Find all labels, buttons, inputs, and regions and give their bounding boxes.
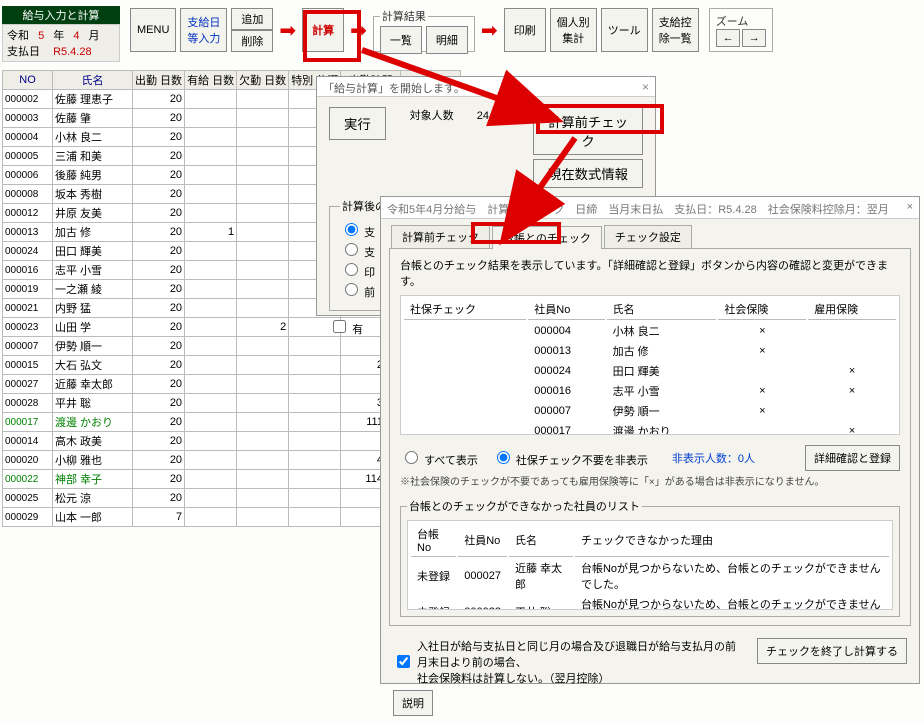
col-shchk: 社保チェック xyxy=(404,299,526,320)
col-absent[interactable]: 欠勤 日数 xyxy=(237,71,289,90)
fcol-name: 氏名 xyxy=(509,524,573,557)
dlg2-title: 令和5年4月分給与 計算前チェック 日締 当月末日払 支払日：R5.4.28 社… xyxy=(387,201,889,214)
month-suffix: 月 xyxy=(89,30,100,42)
era-month: 4 xyxy=(73,30,79,42)
zoom-panel: ズーム ← → xyxy=(709,8,773,52)
opt3[interactable]: 印 xyxy=(340,267,375,279)
era-date-panel: 令和 5 年 4 月 支払日 R5.4.28 xyxy=(2,24,120,62)
kobetsu-button[interactable]: 個人別 集計 xyxy=(550,8,597,52)
arrow-icon: ➡ xyxy=(479,18,500,43)
zoom-label: ズーム xyxy=(716,13,766,29)
zoom-right-button[interactable]: → xyxy=(742,29,766,47)
fcol-dno: 台帳No xyxy=(411,524,456,557)
opt1[interactable]: 支 xyxy=(340,227,375,239)
col-sh: 社会保険 xyxy=(718,299,806,320)
radio-hide[interactable]: 社保チェック不要を非表示 xyxy=(492,448,648,468)
footer-check[interactable]: 入社日が給与支払日と同じ月の場合及び退職日が給与支払月の前月末日より前の場合、 … xyxy=(393,638,737,686)
close-icon[interactable]: × xyxy=(642,80,649,93)
arrow-icon: ➡ xyxy=(277,18,298,43)
table-row[interactable]: 000024田口 輝美× xyxy=(404,362,896,380)
detail-register-button[interactable]: 詳細確認と登録 xyxy=(805,445,900,471)
precheck-button[interactable]: 計算前チェック xyxy=(533,107,643,155)
arrow-icon: ➡ xyxy=(348,18,369,43)
hidden-count: 非表示人数：0人 xyxy=(672,450,755,466)
opt4[interactable]: 前 xyxy=(340,287,375,299)
tool-button[interactable]: ツール xyxy=(601,8,648,52)
results-group: 計算結果 一覧 明細 xyxy=(373,8,475,52)
formula-button[interactable]: 現在数式情報 xyxy=(533,159,643,188)
precheck-dialog: 令和5年4月分給与 計算前チェック 日締 当月末日払 支払日：R5.4.28 社… xyxy=(380,196,920,684)
fcol-no: 社員No xyxy=(458,524,507,557)
shikyubi-button[interactable]: 支給日 等入力 xyxy=(180,8,227,52)
fail-group: 台帳とのチェックができなかった社員のリスト 台帳No 社員No 氏名 チェックで… xyxy=(400,498,900,617)
fail-table[interactable]: 台帳No 社員No 氏名 チェックできなかった理由 未登録000027近藤 幸太… xyxy=(408,521,892,610)
opt2[interactable]: 支 xyxy=(340,247,375,259)
dlg1-title: 「給与計算」を開始します。 xyxy=(323,80,465,93)
table-row[interactable]: 000004小林 良二× xyxy=(404,322,896,340)
print-button[interactable]: 印刷 xyxy=(504,8,546,52)
table-row[interactable]: 000017渡邊 かおり× xyxy=(404,422,896,435)
fail-legend: 台帳とのチェックができなかった社員のリスト xyxy=(407,498,642,514)
tab-precheck[interactable]: 計算前チェック xyxy=(391,225,490,248)
tab-check-settings[interactable]: チェック設定 xyxy=(604,225,692,248)
col-paid[interactable]: 有給 日数 xyxy=(185,71,237,90)
pay-date: R5.4.28 xyxy=(53,46,92,58)
results-legend: 計算結果 xyxy=(380,8,428,24)
tab-ledger-check[interactable]: 台帳とのチェック xyxy=(492,226,602,249)
target-label: 対象人数 xyxy=(410,110,454,122)
era-label: 令和 xyxy=(7,30,29,42)
zoom-left-button[interactable]: ← xyxy=(716,29,740,47)
check-result-table[interactable]: 社保チェック 社員No 氏名 社会保険 雇用保険 000004小林 良二× 000… xyxy=(401,296,899,435)
col-no[interactable]: NO xyxy=(3,71,53,90)
fcol-reason: チェックできなかった理由 xyxy=(575,524,889,557)
table-row[interactable]: 未登録000028平井 聡台帳Noが見つからないため、台帳とのチェックができませ… xyxy=(411,595,889,610)
dlg2-desc: 台帳とのチェック結果を表示しています。「詳細確認と登録」ボタンから内容の確認と変… xyxy=(400,257,900,289)
col-ko: 雇用保険 xyxy=(808,299,896,320)
app-title: 給与入力と計算 xyxy=(2,6,120,24)
run-button[interactable]: 実行 xyxy=(329,107,386,140)
add-button[interactable]: 追加 xyxy=(231,8,273,30)
chk-paid[interactable]: 有 xyxy=(329,324,363,336)
table-row[interactable]: 000007伊勢 順一× xyxy=(404,402,896,420)
col-empname: 氏名 xyxy=(607,299,717,320)
list-button[interactable]: 一覧 xyxy=(380,26,422,54)
dlg2-note: ※社会保険のチェックが不要であっても雇用保険等に「×」がある場合は非表示になりま… xyxy=(400,473,900,488)
target-count: 24人 xyxy=(477,110,500,122)
radio-all[interactable]: すべて表示 xyxy=(400,448,478,468)
year-suffix: 年 xyxy=(53,30,64,42)
table-row[interactable]: 000013加古 修× xyxy=(404,342,896,360)
table-row[interactable]: 000016志平 小雪×× xyxy=(404,382,896,400)
col-attend[interactable]: 出勤 日数 xyxy=(133,71,185,90)
calc-button[interactable]: 計算 xyxy=(302,8,344,52)
col-name[interactable]: 氏名 xyxy=(53,71,133,90)
col-empno: 社員No xyxy=(528,299,604,320)
table-row[interactable]: 未登録000027近藤 幸太郎台帳Noが見つからないため、台帳とのチェックができ… xyxy=(411,559,889,593)
shikyu-kojo-button[interactable]: 支給控 除一覧 xyxy=(652,8,699,52)
close-icon[interactable]: × xyxy=(907,201,913,214)
menu-button[interactable]: MENU xyxy=(130,8,176,52)
detail-button[interactable]: 明細 xyxy=(426,26,468,54)
delete-button[interactable]: 削除 xyxy=(231,30,273,52)
finish-calc-button[interactable]: チェックを終了し計算する xyxy=(757,638,907,664)
help-button[interactable]: 説明 xyxy=(393,690,433,716)
era-year: 5 xyxy=(38,30,44,42)
main-toolbar: MENU 支給日 等入力 追加 削除 ➡ 計算 ➡ 計算結果 一覧 明細 ➡ 印… xyxy=(130,8,773,52)
pay-label: 支払日 xyxy=(7,46,40,58)
